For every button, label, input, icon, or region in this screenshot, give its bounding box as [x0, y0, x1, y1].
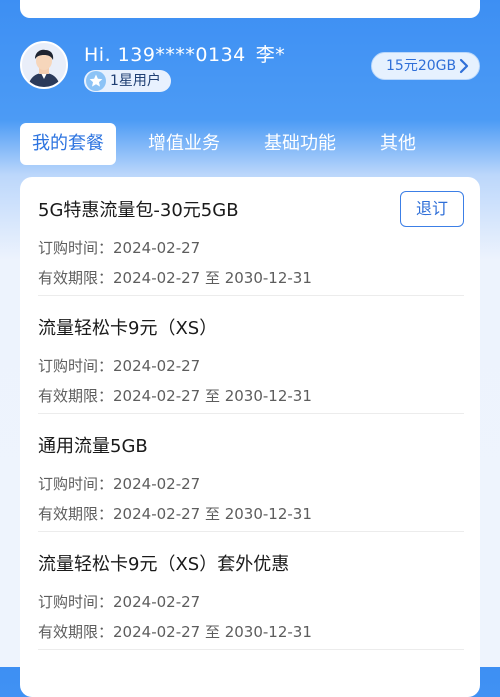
order-time-label: 订购时间：: [38, 475, 114, 493]
validity-line: 有效期限：2024-02-27 至 2030-12-31: [38, 503, 312, 524]
user-greeting: Hi. 139****0134 李*: [84, 40, 285, 67]
order-date: 2024-02-27: [113, 593, 201, 611]
divider: [38, 649, 464, 650]
order-time-label: 订购时间：: [38, 593, 114, 611]
user-level-badge[interactable]: 1星用户: [84, 70, 171, 92]
package-title: 流量轻松卡9元（XS）: [38, 318, 218, 339]
avatar[interactable]: [20, 41, 68, 89]
validity-line: 有效期限：2024-02-27 至 2030-12-31: [38, 621, 312, 642]
tab-basic-functions[interactable]: 基础功能: [264, 123, 336, 165]
order-time-label: 订购时间：: [38, 239, 114, 257]
validity-line: 有效期限：2024-02-27 至 2030-12-31: [38, 267, 312, 288]
plan-summary-button[interactable]: 15元20GB: [371, 52, 480, 80]
validity-label: 有效期限：: [38, 269, 114, 287]
validity-range: 2024-02-27 至 2030-12-31: [113, 505, 312, 523]
star-badge-icon: [86, 71, 106, 91]
package-title: 流量轻松卡9元（XS）套外优惠: [38, 554, 290, 575]
tab-other[interactable]: 其他: [380, 123, 416, 165]
tab-value-added[interactable]: 增值业务: [148, 123, 220, 165]
plan-summary-label: 15元20GB: [386, 58, 457, 74]
order-date: 2024-02-27: [113, 357, 201, 375]
user-name: 李*: [255, 44, 286, 66]
validity-label: 有效期限：: [38, 387, 114, 405]
order-time-line: 订购时间：2024-02-27: [38, 237, 200, 258]
user-level-label: 1星用户: [110, 73, 161, 89]
package-title: 通用流量5GB: [38, 436, 148, 457]
top-card: [20, 0, 480, 18]
order-time-line: 订购时间：2024-02-27: [38, 473, 200, 494]
order-date: 2024-02-27: [113, 475, 201, 493]
order-date: 2024-02-27: [113, 239, 201, 257]
divider: [38, 413, 464, 414]
order-time-label: 订购时间：: [38, 357, 114, 375]
tab-my-package[interactable]: 我的套餐: [20, 123, 116, 165]
order-time-line: 订购时间：2024-02-27: [38, 355, 200, 376]
masked-phone-number: Hi. 139****0134: [84, 44, 246, 66]
validity-range: 2024-02-27 至 2030-12-31: [113, 269, 312, 287]
validity-label: 有效期限：: [38, 623, 114, 641]
divider: [38, 295, 464, 296]
validity-range: 2024-02-27 至 2030-12-31: [113, 623, 312, 641]
validity-label: 有效期限：: [38, 505, 114, 523]
validity-range: 2024-02-27 至 2030-12-31: [113, 387, 312, 405]
package-item: 流量轻松卡9元（XS） 订购时间：2024-02-27 有效期限：2024-02…: [38, 314, 464, 414]
validity-line: 有效期限：2024-02-27 至 2030-12-31: [38, 385, 312, 406]
package-item: 通用流量5GB 订购时间：2024-02-27 有效期限：2024-02-27 …: [38, 432, 464, 532]
divider: [38, 531, 464, 532]
user-avatar-icon: [22, 43, 66, 87]
tab-bar: 我的套餐 增值业务 基础功能 其他: [20, 123, 480, 165]
unsubscribe-button[interactable]: 退订: [400, 191, 464, 227]
chevron-right-icon: [458, 57, 470, 84]
order-time-line: 订购时间：2024-02-27: [38, 591, 200, 612]
package-item: 流量轻松卡9元（XS）套外优惠 订购时间：2024-02-27 有效期限：202…: [38, 550, 464, 650]
package-list-card: 5G特惠流量包-30元5GB 订购时间：2024-02-27 有效期限：2024…: [20, 177, 480, 697]
